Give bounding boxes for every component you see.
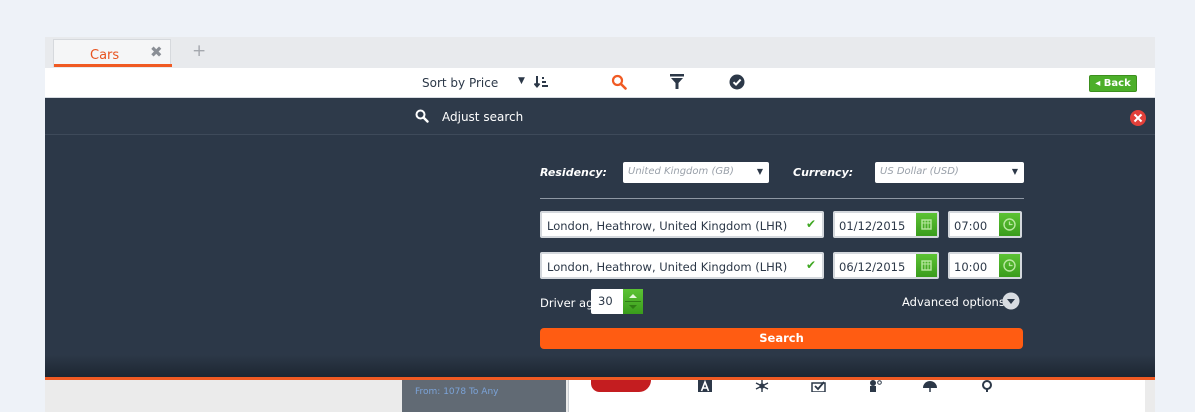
dropoff-time-input[interactable]: 10:00 [948, 252, 1022, 279]
dropoff-date-value: 06/12/2015 [839, 260, 906, 274]
clock-icon[interactable] [999, 254, 1020, 277]
tab-bar: Cars ✖ + [45, 37, 1155, 68]
umbrella-icon [922, 380, 938, 395]
route-text: From: 1078 To Any [415, 387, 499, 397]
pickup-date-value: 01/12/2015 [839, 219, 906, 233]
currency-select[interactable]: US Dollar (USD) ▼ [875, 162, 1024, 183]
chevron-down-icon: ▼ [1011, 167, 1018, 176]
air-conditioning-icon [754, 380, 770, 395]
toolbar: Sort by Price ▼ ◂ Back [45, 68, 1155, 98]
driver-age-value: 30 [598, 294, 613, 308]
driver-age-input[interactable]: 30 [591, 289, 643, 314]
currency-label: Currency: [793, 166, 854, 179]
car-image [591, 380, 651, 392]
clock-icon[interactable] [999, 213, 1020, 236]
calendar-icon[interactable] [916, 213, 937, 236]
route-summary: From: 1078 To Any [402, 380, 566, 412]
check-icon: ✔ [805, 258, 816, 272]
pickup-time-input[interactable]: 07:00 [948, 211, 1022, 238]
dropoff-location-value: London, Heathrow, United Kingdom (LHR) [547, 260, 788, 274]
pickup-time-value: 07:00 [954, 219, 988, 233]
pickup-date-input[interactable]: 01/12/2015 [833, 211, 939, 238]
residency-label: Residency: [540, 166, 607, 179]
search-icon[interactable] [611, 74, 627, 93]
search-icon[interactable] [415, 109, 429, 126]
residency-value: United Kingdom (GB) [628, 166, 734, 177]
sort-order-icon[interactable] [533, 75, 548, 92]
residency-select[interactable]: United Kingdom (GB) ▼ [623, 162, 769, 183]
panel-shadow [45, 355, 1155, 377]
back-button[interactable]: ◂ Back [1089, 75, 1137, 92]
dropoff-location-input[interactable]: London, Heathrow, United Kingdom (LHR) ✔ [540, 252, 824, 279]
search-button[interactable]: Search [540, 328, 1023, 349]
check-icon: ✔ [805, 217, 816, 231]
chevron-down-icon: ▼ [756, 167, 763, 176]
passenger-icon [867, 380, 883, 395]
chevron-down-icon[interactable] [1002, 292, 1020, 313]
search-form: Residency: United Kingdom (GB) ▼ Currenc… [45, 135, 1155, 377]
divider [540, 198, 1024, 199]
tab-label: Cars [90, 48, 120, 63]
pickup-location-value: London, Heathrow, United Kingdom (LHR) [547, 219, 788, 233]
sort-select[interactable]: Sort by Price [422, 76, 498, 90]
sort-caret-icon[interactable]: ▼ [518, 76, 525, 86]
checklist-icon [811, 380, 827, 395]
check-circle-icon[interactable] [729, 74, 745, 93]
tab-cars[interactable]: Cars ✖ [53, 39, 172, 67]
dropoff-date-input[interactable]: 06/12/2015 [833, 252, 939, 279]
pickup-location-input[interactable]: London, Heathrow, United Kingdom (LHR) ✔ [540, 211, 824, 238]
filter-icon[interactable] [670, 74, 684, 93]
dropoff-time-value: 10:00 [954, 260, 988, 274]
currency-value: US Dollar (USD) [880, 166, 959, 177]
quantity-stepper[interactable] [623, 289, 643, 314]
automatic-transmission-icon [697, 379, 713, 395]
active-tab-indicator [54, 64, 172, 67]
adjust-search-toggle[interactable]: Adjust search [442, 110, 523, 124]
app-frame: Cars ✖ + Sort by Price ▼ ◂ Back Adjust s… [45, 37, 1155, 412]
location-pin-icon [979, 380, 995, 395]
advanced-options-toggle[interactable]: Advanced options [902, 295, 1005, 309]
results-list: From: 1078 To Any [45, 379, 1155, 412]
calendar-icon[interactable] [916, 254, 937, 277]
add-tab-button[interactable]: + [192, 41, 206, 61]
close-icon[interactable]: ✖ [150, 43, 163, 61]
close-panel-icon[interactable] [1129, 109, 1147, 130]
adjust-search-bar: Adjust search [45, 99, 1155, 135]
list-item[interactable] [568, 379, 1145, 412]
